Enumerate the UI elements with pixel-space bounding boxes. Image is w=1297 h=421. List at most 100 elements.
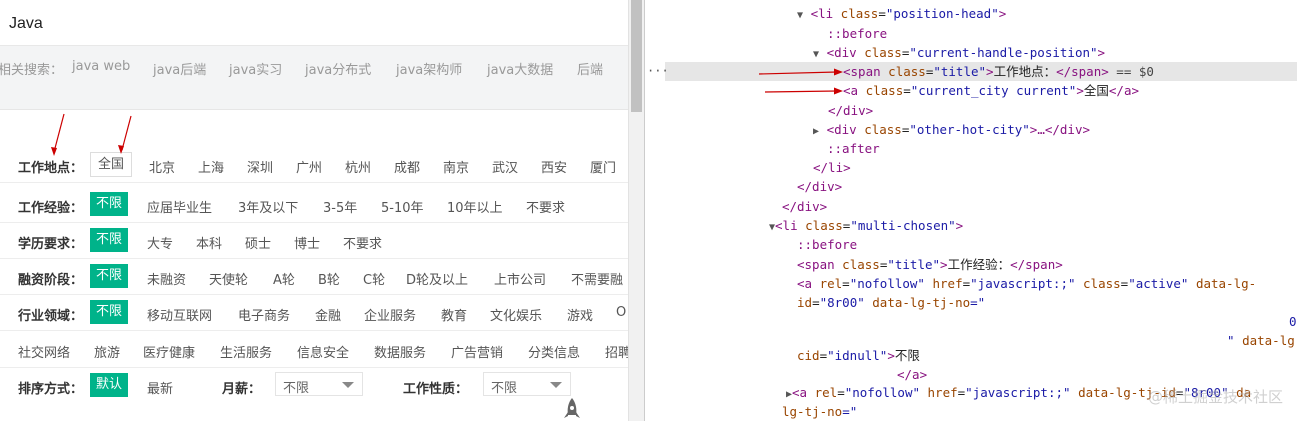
- related-keyword[interactable]: java后端: [153, 59, 206, 78]
- industry-option-active[interactable]: 不限: [90, 300, 129, 324]
- dom-node-line[interactable]: lg-tj-no=": [782, 402, 857, 421]
- industry-option[interactable]: 分类信息: [528, 342, 580, 361]
- location-option[interactable]: 成都: [394, 157, 420, 176]
- experience-option[interactable]: 5-10年: [381, 197, 424, 216]
- location-option[interactable]: 武汉: [492, 157, 518, 176]
- location-option-selected[interactable]: 全国: [90, 152, 133, 177]
- filter-title: 工作经验：: [18, 201, 84, 216]
- dom-node-line[interactable]: </li>: [813, 158, 851, 177]
- industry-option[interactable]: O: [616, 305, 626, 320]
- industry-option[interactable]: 电子商务: [238, 305, 290, 324]
- education-option[interactable]: 本科: [196, 233, 222, 252]
- funding-option[interactable]: A轮: [273, 269, 295, 288]
- dom-node-line[interactable]: ::before: [797, 235, 857, 254]
- related-keyword[interactable]: java架构师: [396, 59, 462, 78]
- funding-option[interactable]: D轮及以上: [406, 269, 468, 288]
- related-keyword[interactable]: java web: [72, 59, 130, 74]
- industry-option[interactable]: 广告营销: [451, 342, 503, 361]
- expand-triangle-icon[interactable]: ▼: [813, 49, 819, 60]
- industry-option[interactable]: 社交网络: [18, 342, 70, 361]
- funding-option[interactable]: 天使轮: [209, 269, 248, 288]
- salary-select[interactable]: 不限: [275, 372, 363, 396]
- dom-node-line[interactable]: cid="idnull">不限: [797, 346, 920, 365]
- expand-triangle-icon[interactable]: ▼: [797, 10, 803, 21]
- experience-option[interactable]: 3-5年: [323, 197, 357, 216]
- industry-option[interactable]: 企业服务: [364, 305, 416, 324]
- funding-option[interactable]: 不需要融: [571, 269, 623, 288]
- education-option[interactable]: 大专: [147, 233, 173, 252]
- industry-option[interactable]: 移动互联网: [147, 305, 212, 324]
- dom-node-line[interactable]: <a class="current_city current">全国</a>: [843, 81, 1139, 100]
- related-keyword[interactable]: java实习: [229, 59, 282, 78]
- dom-node-line[interactable]: </div>: [828, 101, 873, 120]
- dom-node-line[interactable]: </div>: [797, 177, 842, 196]
- search-input[interactable]: Java: [0, 4, 628, 46]
- dom-node-line[interactable]: id="8r00" data-lg-tj-no=": [797, 293, 985, 312]
- filter-row-experience: 工作经验： 不限 应届毕业生 3年及以下 3-5年 5-10年 10年以上 不要…: [0, 186, 628, 223]
- location-option[interactable]: 南京: [443, 157, 469, 176]
- tag-close: >: [955, 218, 964, 233]
- location-option[interactable]: 广州: [296, 157, 322, 176]
- location-option[interactable]: 深圳: [247, 157, 273, 176]
- nature-title: 工作性质：: [403, 382, 469, 397]
- dom-node-line[interactable]: ▼ <div class="current-handle-position">: [813, 43, 1105, 62]
- tag-open: <div: [826, 122, 857, 137]
- location-option[interactable]: 北京: [149, 157, 175, 176]
- related-keyword[interactable]: 后端: [577, 59, 603, 78]
- related-keyword[interactable]: java大数据: [487, 59, 553, 78]
- experience-option-active[interactable]: 不限: [90, 192, 129, 216]
- experience-option[interactable]: 应届毕业生: [147, 197, 212, 216]
- industry-option[interactable]: 生活服务: [220, 342, 272, 361]
- attr-value: "javascript:;": [965, 385, 1071, 400]
- dom-node-line[interactable]: ::before: [827, 24, 887, 43]
- funding-option[interactable]: B轮: [318, 269, 340, 288]
- dom-node-line[interactable]: <span class="title">工作经验：</span>: [797, 255, 1063, 274]
- more-icon[interactable]: ···: [647, 62, 669, 81]
- dom-node-line[interactable]: ::after: [827, 139, 880, 158]
- attr-name: class: [840, 6, 879, 21]
- attr-value: "other-hot-city": [909, 122, 1030, 137]
- funding-option[interactable]: 上市公司: [494, 269, 546, 288]
- industry-option[interactable]: 游戏: [567, 305, 593, 324]
- education-option-active[interactable]: 不限: [90, 228, 129, 252]
- location-option[interactable]: 上海: [198, 157, 224, 176]
- attr-value: 0: [1289, 314, 1297, 329]
- dom-node-line[interactable]: ▶ <div class="other-hot-city">…</div>: [813, 120, 1090, 139]
- experience-option[interactable]: 不要求: [526, 197, 565, 216]
- funding-option[interactable]: 未融资: [147, 269, 186, 288]
- scrollbar-thumb[interactable]: [631, 0, 642, 112]
- industry-option[interactable]: 旅游: [94, 342, 120, 361]
- dom-node-line[interactable]: <a rel="nofollow" href="javascript:;" cl…: [797, 274, 1256, 293]
- industry-option[interactable]: 金融: [315, 305, 341, 324]
- industry-option[interactable]: 信息安全: [297, 342, 349, 361]
- tag-open: <span: [797, 257, 835, 272]
- dom-node-line[interactable]: </div>: [782, 197, 827, 216]
- industry-option[interactable]: 数据服务: [374, 342, 426, 361]
- funding-option[interactable]: C轮: [363, 269, 385, 288]
- pseudo-element: ::before: [797, 237, 858, 252]
- location-option[interactable]: 厦门: [590, 157, 616, 176]
- education-option[interactable]: 不要求: [343, 233, 382, 252]
- education-option[interactable]: 博士: [294, 233, 320, 252]
- industry-option[interactable]: 文化娱乐: [490, 305, 542, 324]
- experience-option[interactable]: 3年及以下: [238, 197, 298, 216]
- filter-title: 融资阶段：: [18, 273, 84, 288]
- nature-select[interactable]: 不限: [483, 372, 571, 396]
- dom-node-line[interactable]: ▼ <li class="position-head">: [797, 4, 1006, 23]
- education-option[interactable]: 硕士: [245, 233, 271, 252]
- chevron-down-icon: [342, 382, 354, 388]
- location-option[interactable]: 杭州: [345, 157, 371, 176]
- attr-name: rel: [819, 276, 843, 291]
- location-option[interactable]: 西安: [541, 157, 567, 176]
- dom-node-line[interactable]: ▼<li class="multi-chosen">: [769, 216, 963, 235]
- experience-option[interactable]: 10年以上: [447, 197, 503, 216]
- dom-node-line[interactable]: </a>: [897, 365, 927, 384]
- dom-node-line-selected[interactable]: <span class="title">工作地点：</span> == $0: [843, 62, 1154, 81]
- collapse-triangle-icon[interactable]: ▶: [813, 126, 819, 137]
- funding-option-active[interactable]: 不限: [90, 264, 129, 288]
- industry-option[interactable]: 医疗健康: [143, 342, 195, 361]
- industry-option[interactable]: 教育: [441, 305, 467, 324]
- sort-option[interactable]: 最新: [147, 378, 173, 397]
- sort-option-active[interactable]: 默认: [90, 373, 129, 397]
- related-keyword[interactable]: java分布式: [305, 59, 371, 78]
